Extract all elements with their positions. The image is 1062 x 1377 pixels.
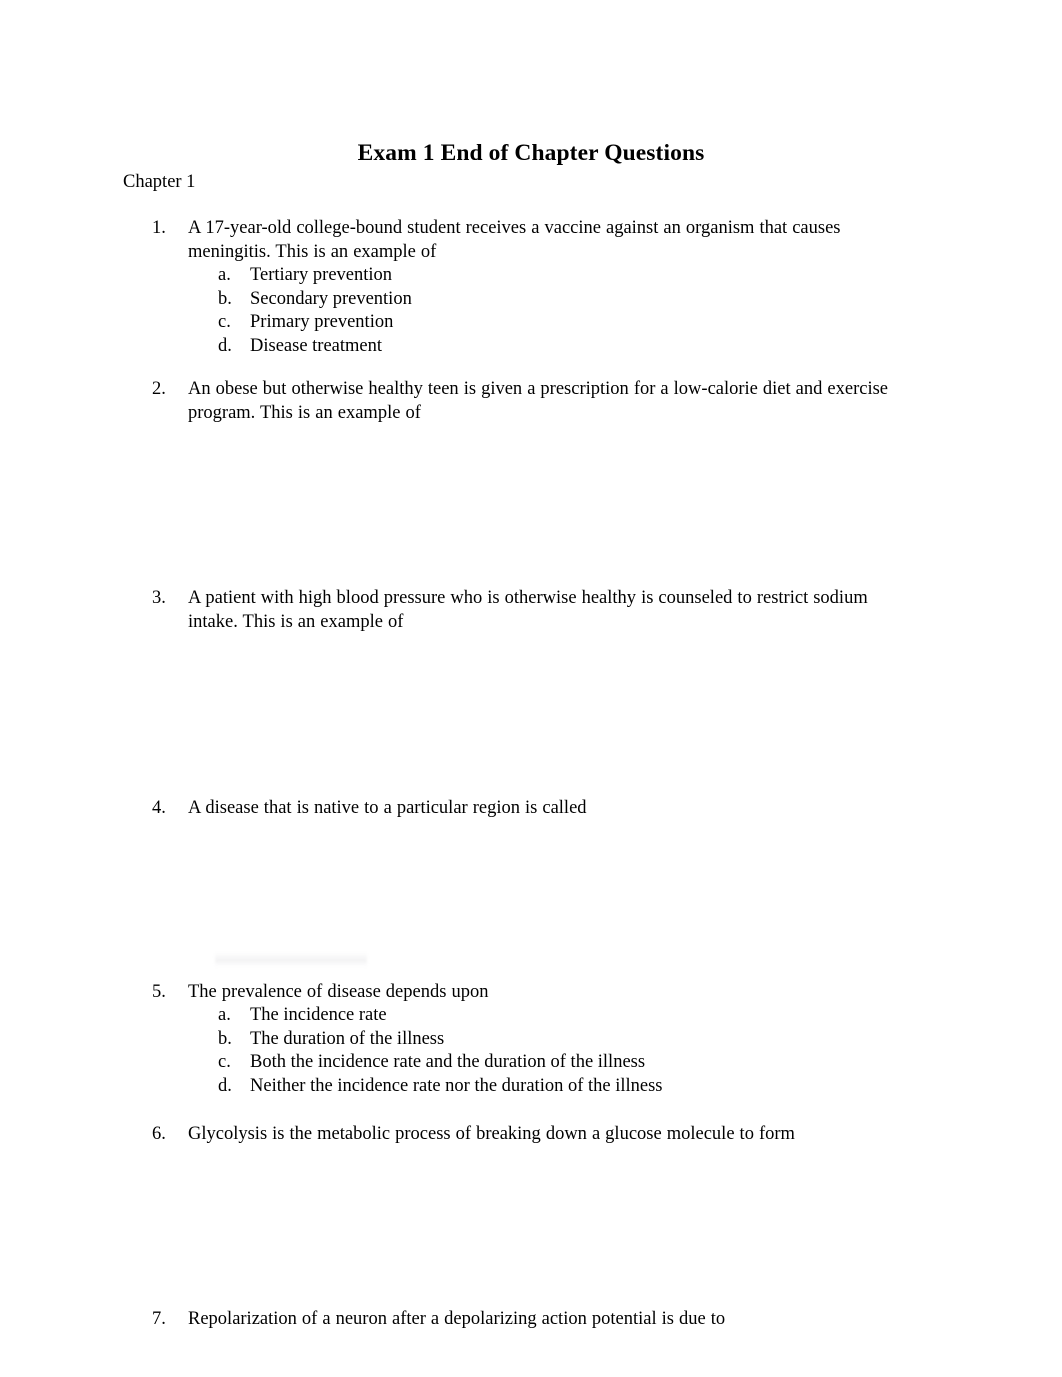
question-row: 4. A disease that is native to a particul… <box>0 797 1062 821</box>
answer-blank-space <box>0 358 1062 378</box>
question-text: A patient with high blood pressure who i… <box>188 588 868 632</box>
question-text: A disease that is native to a particular… <box>188 798 587 818</box>
question-number: 2. <box>152 379 166 399</box>
option-letter: d. <box>218 335 232 356</box>
option-letter: a. <box>218 1005 231 1025</box>
question-row: 2. An obese but otherwise healthy teen is… <box>0 378 1062 425</box>
option-list: a. Tertiary prevention b. Secondary prevent… <box>0 264 1062 358</box>
answer-blank-space <box>0 1098 1062 1123</box>
answer-blank-space <box>0 1147 1062 1308</box>
option-text: Tertiary prevention <box>250 265 393 285</box>
question-item: 1. A 17-year-old college-bound student re… <box>0 217 1062 378</box>
option-text: Disease treatment <box>250 335 383 356</box>
question-text: An obese but otherwise healthy teen is g… <box>188 379 889 423</box>
question-number: 7. <box>152 1308 166 1329</box>
question-text: The prevalence of disease depends upon <box>188 981 489 1002</box>
question-row: 3. A patient with high blood pressure who… <box>0 587 1062 634</box>
option-item[interactable]: a. The incidence rate <box>0 1004 1062 1028</box>
option-item[interactable]: a. Tertiary prevention <box>0 264 1062 288</box>
option-item[interactable]: c. Primary prevention <box>0 311 1062 335</box>
option-text: Both the incidence rate and the duration… <box>250 1052 646 1072</box>
option-text: Primary prevention <box>250 312 394 332</box>
option-letter: a. <box>218 265 231 285</box>
question-number: 1. <box>152 218 166 238</box>
option-item[interactable]: b. The duration of the illness <box>0 1028 1062 1052</box>
option-text: The duration of the illness <box>250 1028 445 1049</box>
option-text: Secondary prevention <box>250 288 412 309</box>
chapter-heading: Chapter 1 <box>123 172 196 192</box>
question-row: 7. Repolarization of a neuron after a dep… <box>0 1308 1062 1332</box>
question-text: Glycolysis is the metabolic process of b… <box>188 1124 795 1144</box>
question-text: A 17-year-old college-bound student rece… <box>188 218 841 262</box>
question-number: 4. <box>152 798 166 818</box>
answer-blank-space <box>0 425 1062 587</box>
question-number: 6. <box>152 1124 166 1144</box>
answer-blank-space <box>0 821 1062 981</box>
question-item: 4. A disease that is native to a particul… <box>0 797 1062 981</box>
option-letter: b. <box>218 1028 232 1049</box>
document-page: Exam 1 End of Chapter Questions Chapter … <box>0 0 1062 1377</box>
option-letter: b. <box>218 288 232 309</box>
option-letter: c. <box>218 1052 231 1072</box>
page-title: Exam 1 End of Chapter Questions <box>357 139 705 166</box>
question-row: 1. A 17-year-old college-bound student re… <box>0 217 1062 264</box>
question-number: 5. <box>152 981 166 1002</box>
option-text: Neither the incidence rate nor the durat… <box>250 1075 663 1096</box>
question-text: Repolarization of a neuron after a depol… <box>188 1308 726 1329</box>
question-number: 3. <box>152 588 166 608</box>
question-item: 3. A patient with high blood pressure who… <box>0 587 1062 797</box>
option-item[interactable]: d. Disease treatment <box>0 335 1062 359</box>
option-item[interactable]: b. Secondary prevention <box>0 288 1062 312</box>
question-item: 5. The prevalence of disease depends upon… <box>0 981 1062 1124</box>
answer-blank-space <box>0 634 1062 797</box>
option-text: The incidence rate <box>250 1005 387 1025</box>
option-item[interactable]: c. Both the incidence rate and the durati… <box>0 1051 1062 1075</box>
option-letter: d. <box>218 1075 232 1096</box>
question-item: 2. An obese but otherwise healthy teen is… <box>0 378 1062 587</box>
option-item[interactable]: d. Neither the incidence rate nor the dur… <box>0 1075 1062 1099</box>
option-letter: c. <box>218 312 231 332</box>
question-row: 6. Glycolysis is the metabolic process of… <box>0 1123 1062 1147</box>
option-list: a. The incidence rate b. The duration of th… <box>0 1004 1062 1098</box>
question-item: 6. Glycolysis is the metabolic process of… <box>0 1123 1062 1308</box>
question-list: 1. A 17-year-old college-bound student re… <box>0 217 1062 1331</box>
question-row: 5. The prevalence of disease depends upon <box>0 981 1062 1005</box>
question-item: 7. Repolarization of a neuron after a dep… <box>0 1308 1062 1332</box>
